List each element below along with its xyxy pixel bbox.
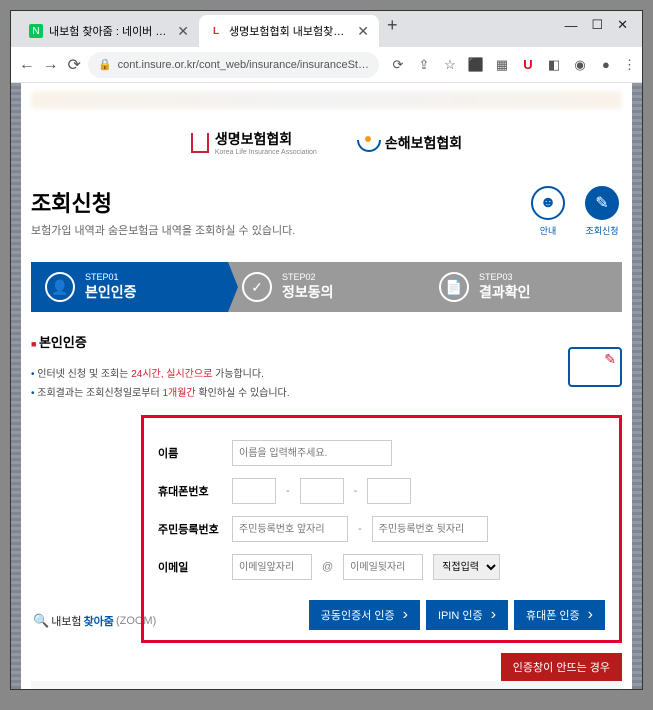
general-insurance-logo[interactable]: 손해보험협회 <box>357 132 462 154</box>
footer-text: 사단법인 생명보험협회 TEL : 02-2262-6600 <box>31 681 622 689</box>
dash-sep: - <box>286 485 290 497</box>
step-name: 정보동의 <box>282 284 334 300</box>
zoom-link[interactable]: 🔍 내보험 찾아줌 (ZOOM) <box>33 613 156 629</box>
phone-label: 휴대폰번호 <box>158 483 222 499</box>
step-code: STEP03 <box>479 272 531 282</box>
extension-icon[interactable]: ▦ <box>493 56 511 74</box>
phone-auth-button[interactable]: 휴대폰 인증 <box>514 600 605 630</box>
url-input[interactable]: 🔒 cont.insure.or.kr/cont_web/insurance/i… <box>88 52 379 78</box>
phone-input-2[interactable] <box>300 478 344 504</box>
blurred-content <box>31 91 622 109</box>
identity-form: 이름 휴대폰번호 - - 주민등록번호 - <box>141 415 622 643</box>
insure-favicon-icon: L <box>209 24 223 38</box>
back-button[interactable]: ← <box>17 52 37 78</box>
close-icon[interactable]: ✕ <box>617 17 628 33</box>
button-label: 조회신청 <box>585 224 618 237</box>
reload-button[interactable]: ⟳ <box>64 52 84 78</box>
monitor-pen-icon <box>568 347 622 387</box>
step-2: ✓ STEP02 정보동의 <box>228 262 425 312</box>
name-label: 이름 <box>158 445 222 461</box>
step-name: 본인인증 <box>85 284 137 300</box>
logo-name: 생명보험협회 <box>215 131 292 147</box>
page-title: 조회신청 <box>31 186 295 218</box>
browser-titlebar: N 내보험 찾아줌 : 네이버 통합검색 ✕ L 생명보험협회 내보험찾아줌 -… <box>11 11 642 47</box>
magnifier-icon: 🔍 <box>33 613 49 629</box>
speech-icon: ☻ <box>531 186 565 220</box>
life-insurance-logo[interactable]: 생명보험협회 Korea Life Insurance Association <box>191 129 317 156</box>
section-title: 본인인증 <box>31 326 622 357</box>
decorative-strip <box>11 83 21 689</box>
extension-icon[interactable]: ⬛ <box>467 56 485 74</box>
rrn-back-input[interactable] <box>372 516 488 542</box>
step-indicator: 👤 STEP01 본인인증 ✓ STEP02 정보동의 📄 STEP03 결과확인 <box>31 262 622 312</box>
edit-icon: ✎ <box>585 186 619 220</box>
forward-button[interactable]: → <box>41 52 61 78</box>
step-3: 📄 STEP03 결과확인 <box>425 262 622 312</box>
share-icon[interactable]: ⇪ <box>415 56 433 74</box>
close-icon[interactable]: ✕ <box>177 23 189 40</box>
email-label: 이메일 <box>158 559 222 575</box>
logo-subtext: Korea Life Insurance Association <box>215 149 317 156</box>
at-sep: @ <box>322 561 333 573</box>
step-code: STEP02 <box>282 272 334 282</box>
name-input[interactable] <box>232 440 392 466</box>
step-code: STEP01 <box>85 272 137 282</box>
step-1: 👤 STEP01 본인인증 <box>31 262 228 312</box>
address-bar: ← → ⟳ 🔒 cont.insure.or.kr/cont_web/insur… <box>11 47 642 83</box>
bookmark-icon[interactable]: ☆ <box>441 56 459 74</box>
browser-tab-naver[interactable]: N 내보험 찾아줌 : 네이버 통합검색 ✕ <box>19 15 199 47</box>
guide-button[interactable]: ☻ 안내 <box>528 186 568 237</box>
naver-favicon-icon: N <box>29 24 43 38</box>
logo-name: 손해보험협회 <box>385 133 462 153</box>
check-icon: ✓ <box>242 272 272 302</box>
avatar-icon[interactable]: ● <box>597 56 615 74</box>
extension-icon[interactable]: ◉ <box>571 56 589 74</box>
tab-title: 생명보험협회 내보험찾아줌 - 조 <box>229 23 351 39</box>
document-icon: 📄 <box>439 272 469 302</box>
close-icon[interactable]: ✕ <box>357 23 369 40</box>
person-icon: 👤 <box>45 272 75 302</box>
dash-sep: - <box>354 485 358 497</box>
url-text: cont.insure.or.kr/cont_web/insurance/ins… <box>118 59 369 71</box>
apply-button[interactable]: ✎ 조회신청 <box>582 186 622 237</box>
maximize-icon[interactable]: ☐ <box>591 17 603 33</box>
browser-tab-insure[interactable]: L 생명보험협회 내보험찾아줌 - 조 ✕ <box>199 15 379 47</box>
logo-mark-icon <box>357 132 379 154</box>
email-front-input[interactable] <box>232 554 312 580</box>
ipin-auth-button[interactable]: IPIN 인증 <box>426 600 508 630</box>
minimize-icon[interactable]: — <box>564 18 577 33</box>
cert-auth-button[interactable]: 공동인증서 인증 <box>309 600 420 630</box>
rrn-label: 주민등록번호 <box>158 521 222 537</box>
note-item: 인터넷 신청 및 조회는 24시간, 실시간으로 가능합니다. <box>31 363 622 382</box>
page-subtitle: 보험가입 내역과 숨은보험금 내역을 조회하실 수 있습니다. <box>31 222 295 238</box>
tab-title: 내보험 찾아줌 : 네이버 통합검색 <box>49 23 171 39</box>
dash-sep: - <box>358 523 362 535</box>
new-tab-button[interactable]: + <box>379 15 406 47</box>
decorative-strip <box>632 83 642 689</box>
phone-input-1[interactable] <box>232 478 276 504</box>
translate-icon[interactable]: ⟳ <box>389 56 407 74</box>
menu-icon[interactable]: ⋮ <box>623 56 636 74</box>
uplus-icon[interactable]: U <box>519 56 537 74</box>
notes-list: 인터넷 신청 및 조회는 24시간, 실시간으로 가능합니다. 조회결과는 조회… <box>31 357 622 415</box>
note-item: 조회결과는 조회신청일로부터 1개월간 확인하실 수 있습니다. <box>31 382 622 401</box>
phone-input-3[interactable] <box>367 478 411 504</box>
extension-icon[interactable]: ◧ <box>545 56 563 74</box>
email-back-input[interactable] <box>343 554 423 580</box>
button-label: 안내 <box>540 224 557 237</box>
step-name: 결과확인 <box>479 284 531 300</box>
logo-mark-icon <box>191 133 209 153</box>
email-domain-select[interactable]: 직접입력 <box>433 554 500 580</box>
lock-icon: 🔒 <box>98 58 112 71</box>
popup-help-button[interactable]: 인증창이 안뜨는 경우 <box>501 653 622 681</box>
rrn-front-input[interactable] <box>232 516 348 542</box>
